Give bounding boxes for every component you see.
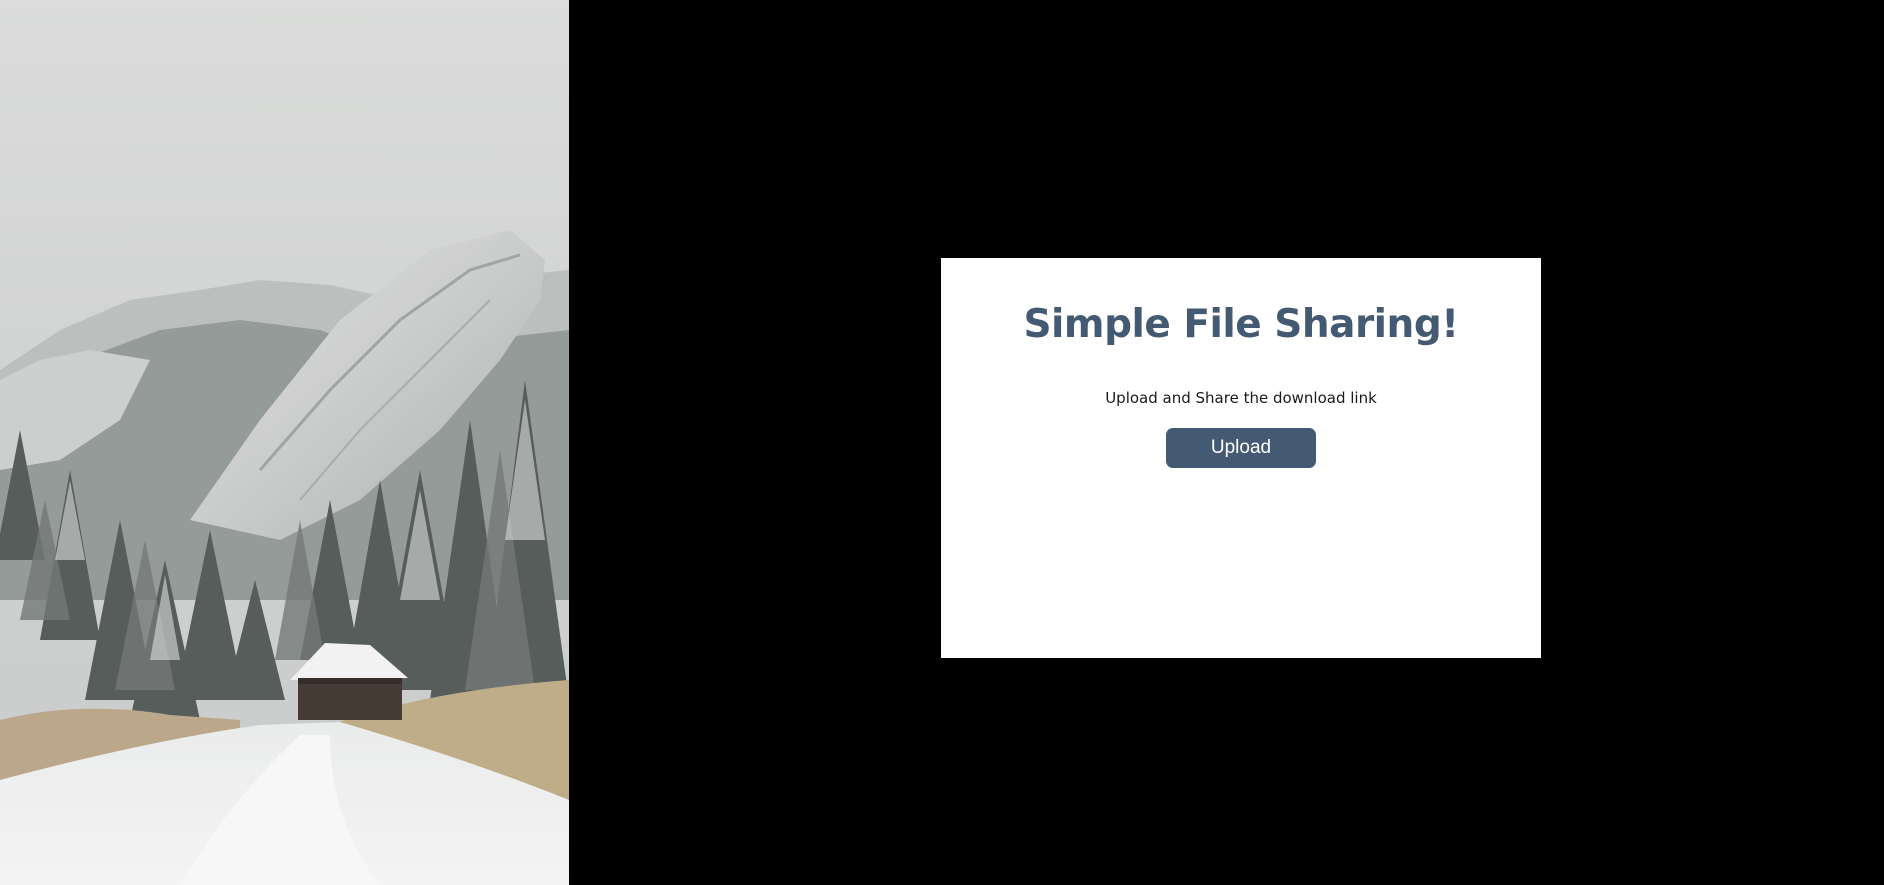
page: Simple File Sharing! Upload and Share th…	[0, 0, 1884, 885]
snowy-mountain-cabin-image	[0, 0, 569, 885]
page-title: Simple File Sharing!	[1023, 302, 1459, 347]
card-subtitle: Upload and Share the download link	[1105, 388, 1377, 407]
upload-card: Simple File Sharing! Upload and Share th…	[941, 258, 1541, 658]
hero-image	[0, 0, 569, 885]
upload-button[interactable]: Upload	[1166, 427, 1316, 468]
